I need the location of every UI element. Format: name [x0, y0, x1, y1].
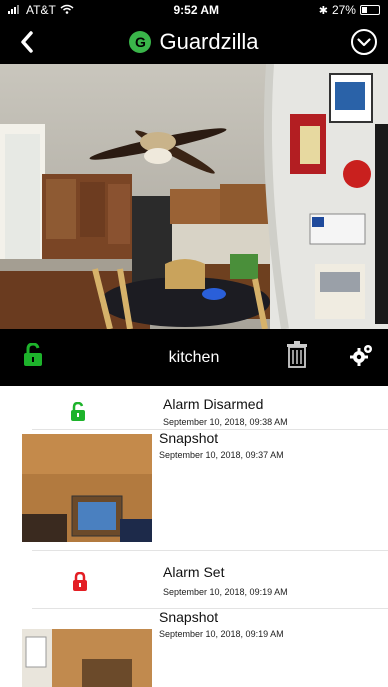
event-row[interactable]: Alarm Set September 10, 2018, 09:19 AM [0, 551, 388, 608]
snapshot-thumbnail[interactable] [22, 629, 152, 687]
gear-icon [350, 345, 372, 366]
battery-icon [359, 5, 380, 15]
event-row[interactable]: Snapshot September 10, 2018, 09:37 AM [0, 430, 388, 542]
dropdown-menu-button[interactable] [350, 28, 378, 56]
delete-button[interactable] [287, 341, 307, 374]
camera-live-feed[interactable] [0, 64, 388, 329]
event-title: Snapshot [159, 609, 219, 625]
status-time: 9:52 AM [173, 3, 220, 17]
event-date: September 10, 2018, 09:19 AM [163, 587, 288, 597]
event-list: Alarm Disarmed September 10, 2018, 09:38… [0, 386, 388, 687]
event-date: September 10, 2018, 09:19 AM [159, 629, 284, 639]
chevron-left-icon [21, 31, 33, 53]
trash-icon [287, 341, 307, 368]
signal-icon [8, 3, 22, 17]
event-row[interactable]: Snapshot September 10, 2018, 09:19 AM [0, 609, 388, 687]
camera-name: kitchen [168, 348, 220, 366]
event-title: Alarm Disarmed [163, 396, 264, 412]
locked-padlock-icon [73, 572, 87, 591]
brand-name: Guardzilla [159, 29, 259, 54]
brand: G Guardzilla [129, 29, 259, 55]
carrier-label: AT&T [26, 3, 56, 17]
wifi-icon [60, 3, 74, 17]
event-date: September 10, 2018, 09:38 AM [163, 417, 288, 427]
unlocked-padlock-icon [71, 402, 85, 421]
battery-percent: 27% [331, 3, 356, 17]
event-title: Alarm Set [163, 564, 225, 580]
bluetooth-icon: ✱ [318, 4, 328, 17]
status-bar: AT&T 9:52 AM ✱ 27% [0, 0, 388, 20]
guardzilla-logo-icon: G [129, 31, 152, 53]
snapshot-thumbnail[interactable] [22, 434, 152, 542]
camera-control-bar: kitchen [0, 329, 388, 386]
status-left: AT&T [8, 3, 74, 17]
settings-button[interactable] [350, 343, 374, 372]
event-title: Snapshot [159, 430, 219, 446]
status-right: ✱ 27% [319, 3, 380, 17]
chevron-down-circle-icon [351, 29, 377, 55]
back-button[interactable] [14, 28, 42, 56]
kitchen-camera-image [0, 64, 388, 329]
event-date: September 10, 2018, 09:37 AM [159, 450, 284, 460]
nav-bar: G Guardzilla [0, 20, 388, 64]
event-row[interactable]: Alarm Disarmed September 10, 2018, 09:38… [0, 386, 388, 429]
